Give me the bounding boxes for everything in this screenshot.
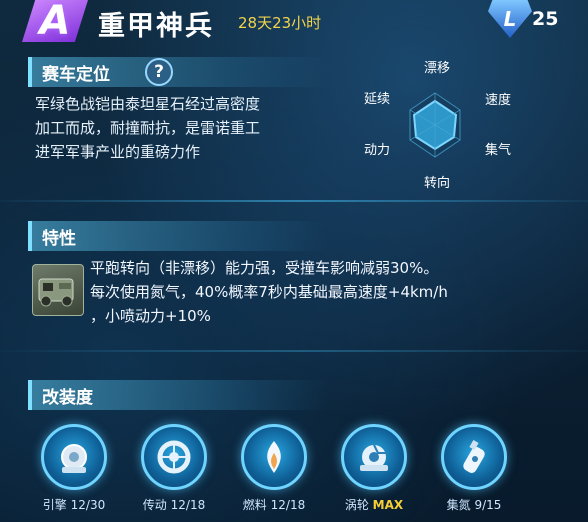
radar-label-nitro: 集气 [485,143,512,158]
rank-letter: A [39,0,71,44]
radar-label-power: 动力 [364,143,391,158]
rank-badge: A [22,0,88,42]
trait-line: ，小喷动力+10% [90,307,211,325]
mod-name: 传动 [142,498,167,512]
turbo-icon [341,424,407,490]
mod-engine[interactable]: 引擎 12/30 [28,424,120,513]
mods-title: 改装度 [42,388,93,408]
mod-value: 12/30 [70,498,106,512]
level-number: 25 [532,8,559,30]
mod-value: 9/15 [474,498,502,512]
positioning-title: 赛车定位 [42,65,110,85]
mods-header: 改装度 [28,380,328,410]
level-shield-icon: L [488,0,532,38]
mod-transmission[interactable]: 传动 12/18 [128,424,220,513]
remaining-time: 28天23小时 [238,14,322,32]
help-button[interactable]: ? [145,58,173,86]
radar-label-drift: 漂移 [424,61,451,76]
car-name: 重甲神兵 [98,11,214,42]
radar-label-speed: 速度 [485,93,512,108]
mod-value-max: MAX [372,498,404,512]
radar-label-turn: 转向 [424,176,451,191]
trait-vehicle-icon [32,264,84,316]
traits-title: 特性 [42,229,76,249]
trait-line: 平跑转向（非漂移）能力强，受撞车影响减弱30%。 [90,259,439,277]
radar-label-extend: 延续 [364,92,391,107]
description-line: 进军军事产业的重磅力作 [35,143,201,161]
nitro-bottle-icon [441,424,507,490]
mod-fuel[interactable]: 燃料 12/18 [228,424,320,513]
mod-nitro[interactable]: 集氮 9/15 [428,424,520,513]
description-line: 军绿色战铠由泰坦星石经过高密度 [35,95,261,113]
description-line: 加工而成，耐撞耐抗，是雷诺重工 [35,119,261,137]
traits-header: 特性 [28,221,328,251]
mod-name: 涡轮 [344,498,369,512]
mod-value: 12/18 [170,498,206,512]
attribute-radar: 漂移 延续 速度 动力 集气 转向 [360,55,520,195]
mod-name: 燃料 [242,498,267,512]
trait-description: 平跑转向（非漂移）能力强，受撞车影响减弱30%。 每次使用氮气，40%概率7秒内… [90,256,570,328]
positioning-header: 赛车定位 [28,57,328,87]
level-badge: L 25 [488,0,566,40]
mod-turbo[interactable]: 涡轮 MAX [328,424,420,513]
mod-name: 引擎 [42,498,67,512]
mod-name: 集氮 [446,498,471,512]
header: A 重甲神兵 28天23小时 L 25 [0,0,588,48]
trait-line: 每次使用氮气，40%概率7秒内基础最高速度+4km/h [90,283,448,301]
mod-value: 12/18 [270,498,306,512]
engine-icon [41,424,107,490]
tire-icon [141,424,207,490]
positioning-description: 军绿色战铠由泰坦星石经过高密度 加工而成，耐撞耐抗，是雷诺重工 进军军事产业的重… [35,92,260,164]
fuel-flame-icon [241,424,307,490]
